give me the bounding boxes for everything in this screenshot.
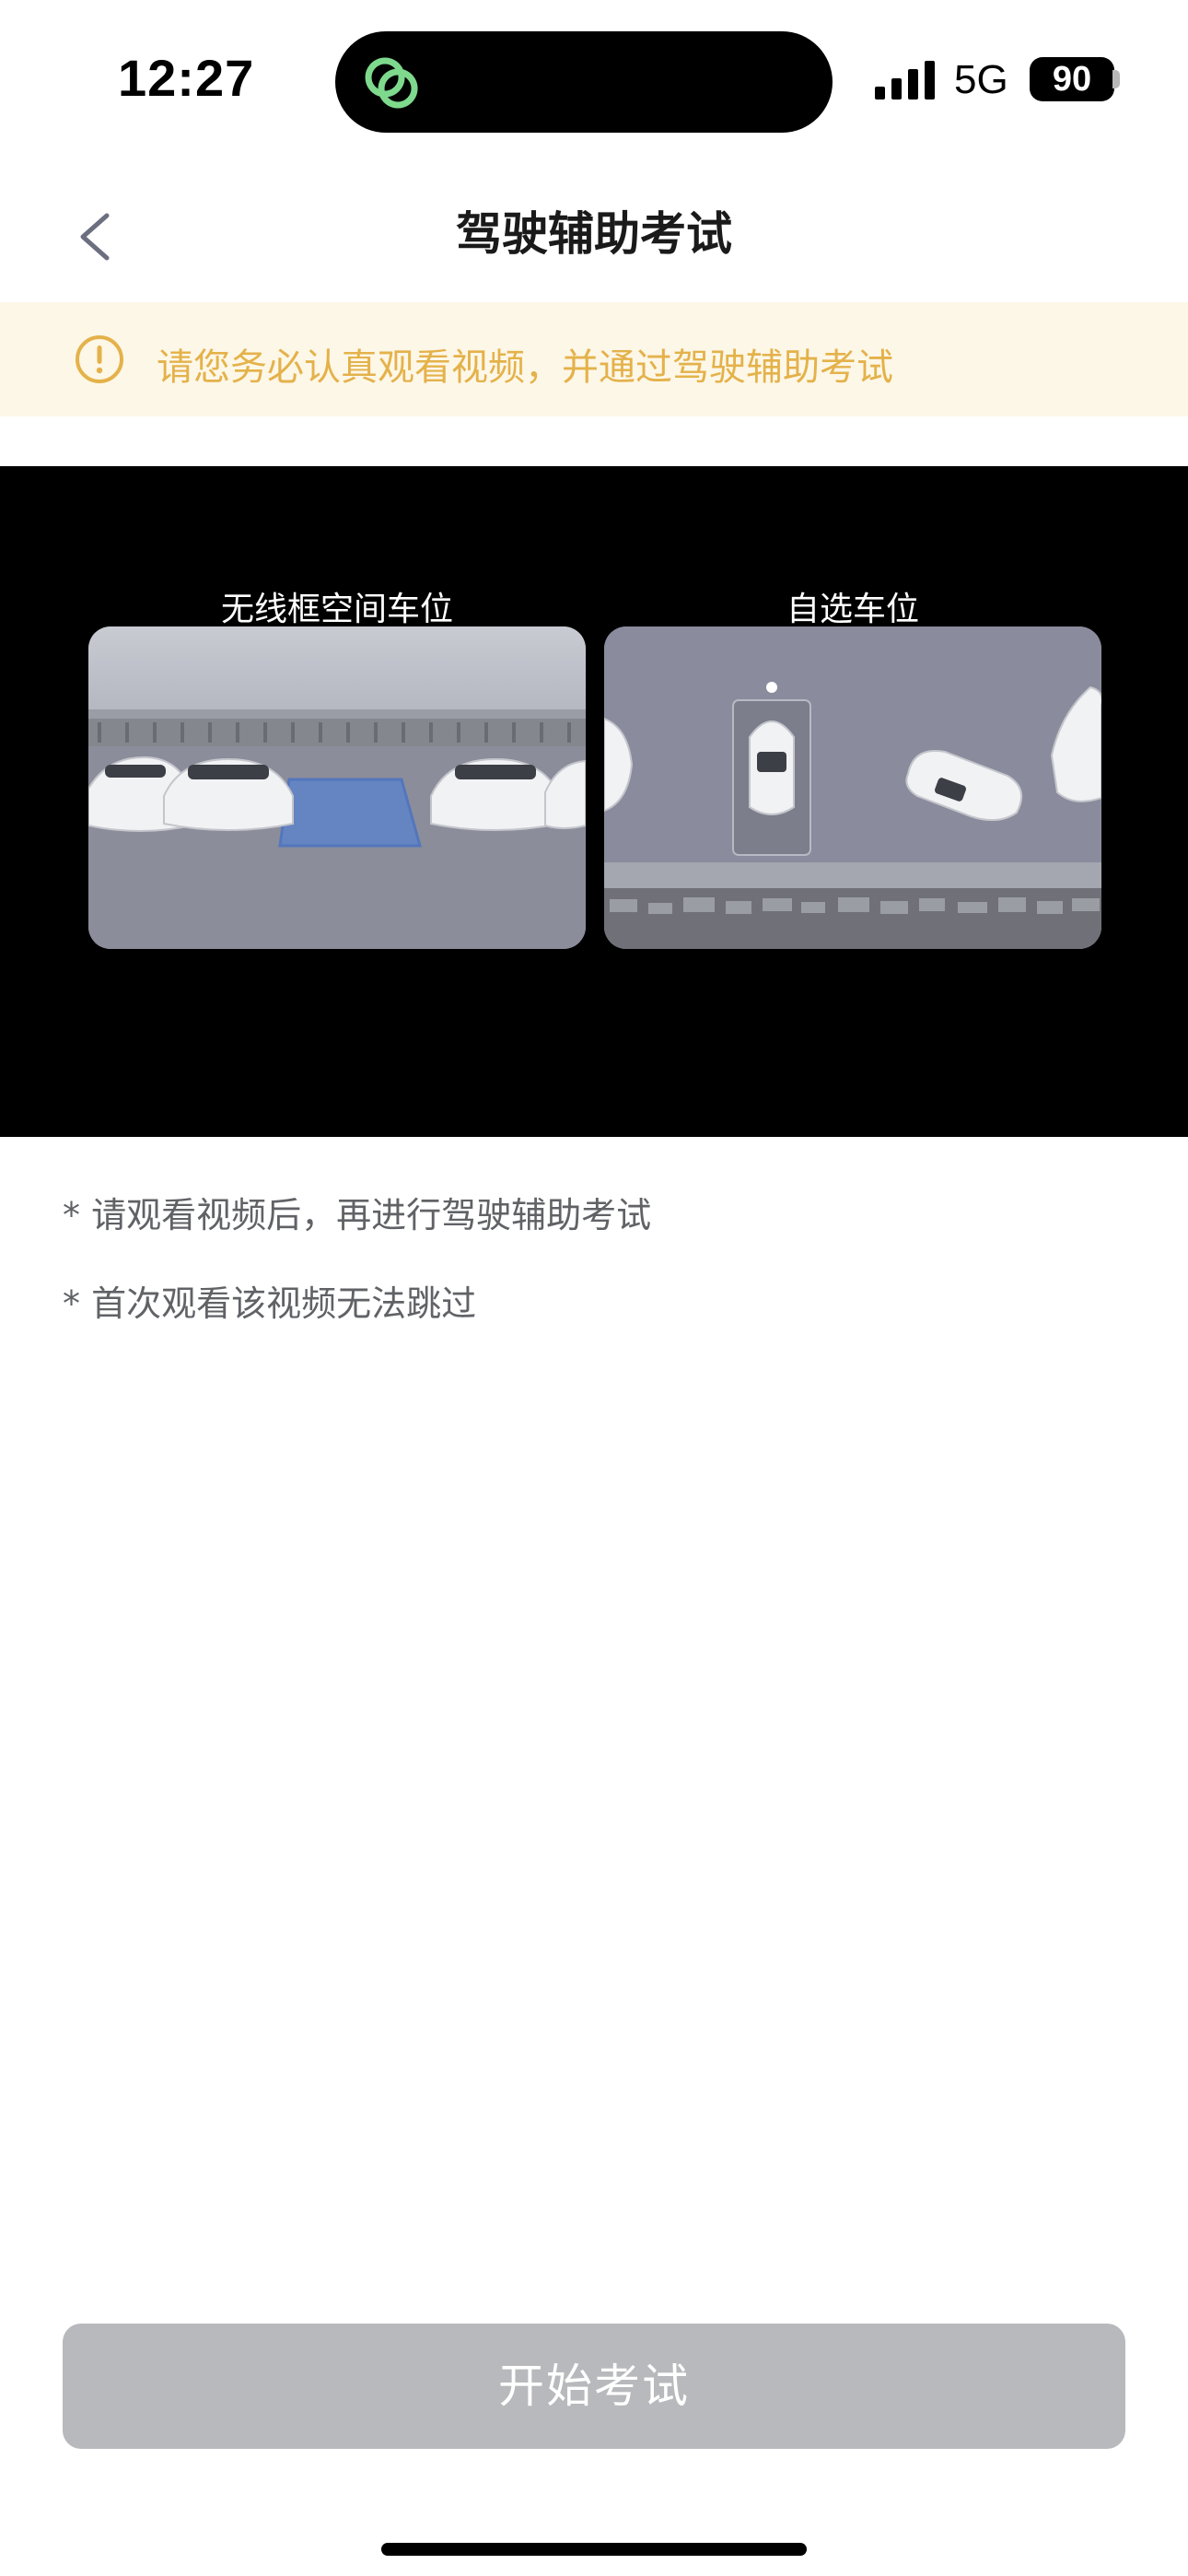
battery-cap: [1112, 70, 1120, 88]
navigation-bar: 驾驶辅助考试: [0, 157, 1188, 302]
exclamation-circle-icon: [76, 335, 123, 383]
app-screen: 12:27 5G 90 驾驶辅助考试 请您务必认真观看视频，并通过驾驶辅助考试 …: [0, 0, 1188, 2576]
network-type: 5G: [954, 57, 1008, 102]
notice-text: 请您务必认真观看视频，并通过驾驶辅助考试: [157, 346, 893, 389]
note-no-skip: * 首次观看该视频无法跳过: [63, 1283, 477, 1324]
dynamic-island: [335, 31, 833, 133]
battery-level: 90: [1030, 57, 1114, 101]
scene-panel-right: [604, 626, 1101, 949]
parking-scene-image: [88, 626, 586, 949]
link-rings-icon: [365, 57, 418, 109]
parking-scene-topdown-image: [604, 626, 1101, 949]
note-watch-first: * 请观看视频后，再进行驾驶辅助考试: [63, 1195, 652, 1235]
status-time: 12:27: [118, 49, 255, 107]
page-title: 驾驶辅助考试: [456, 207, 732, 261]
notice-banner: 请您务必认真观看视频，并通过驾驶辅助考试: [0, 302, 1188, 416]
back-button[interactable]: [64, 205, 129, 269]
scene-label-left: 无线框空间车位: [220, 591, 453, 628]
chevron-left-icon: [80, 213, 110, 261]
scene-panel-left: [88, 626, 586, 949]
start-exam-button[interactable]: 开始考试: [63, 2324, 1125, 2449]
home-indicator: [381, 2543, 807, 2556]
video-player[interactable]: 无线框空间车位 自选车位: [0, 466, 1188, 1137]
status-bar: 12:27 5G 90: [0, 0, 1188, 157]
cellular-signal-icon: [875, 61, 935, 100]
scene-label-right: 自选车位: [786, 591, 919, 628]
